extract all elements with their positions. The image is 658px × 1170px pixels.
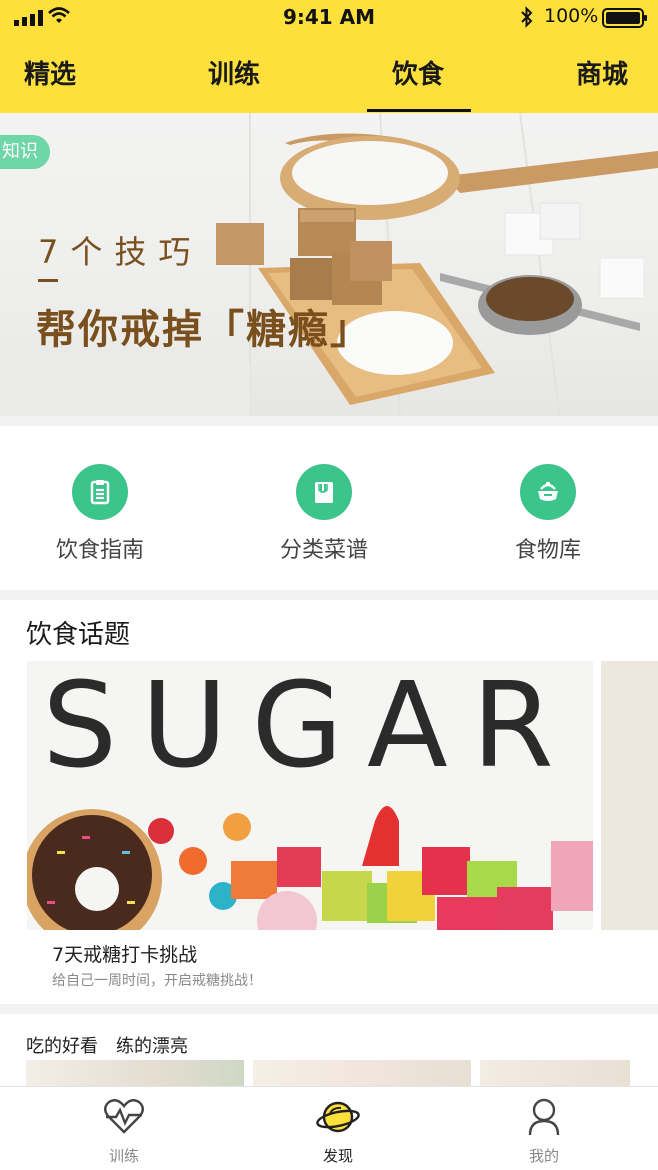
battery-percent: 100%	[544, 5, 599, 27]
topic-card-title[interactable]: 7天戒糖打卡挑战	[52, 940, 197, 967]
diet-guide-label: 饮食指南	[55, 538, 144, 563]
shortcut-food-library[interactable]: 食物库	[468, 464, 628, 564]
nav-training[interactable]: 训练	[64, 1097, 184, 1166]
food-library-button[interactable]	[520, 464, 576, 520]
banner-divider	[38, 279, 58, 282]
shortcut-diet-guide[interactable]: 饮食指南	[20, 464, 180, 564]
topic-card-subtitle: 给自己一周时间，开启戒糖挑战！	[52, 973, 262, 989]
active-tab-indicator	[367, 109, 471, 112]
nav-discover[interactable]: 发现	[278, 1097, 398, 1166]
nav-discover-label: 发现	[322, 1147, 353, 1165]
food-bowl-icon	[538, 482, 558, 501]
sugar-text: SUGAR	[42, 661, 577, 794]
heartbeat-icon	[104, 1099, 144, 1134]
sugar-sweets-illustration: SUGAR	[27, 661, 593, 930]
banner-headline-top: 7个技巧	[38, 233, 203, 271]
recipe-book-icon	[315, 482, 333, 503]
diet-topics-section: 饮食话题 SUGAR 7天戒糖打卡挑战 给自己一周时间，开启戒糖挑战！	[0, 600, 658, 1004]
hero-banner[interactable]: 知识 7个技巧 帮你戒掉「糖瘾」	[0, 113, 658, 416]
food-library-label: 食物库	[514, 538, 581, 563]
bluetooth-icon	[521, 6, 533, 28]
section-title-2: 吃的好看 练的漂亮	[26, 1036, 188, 1057]
category-recipes-button[interactable]	[296, 464, 352, 520]
diet-guide-button[interactable]	[72, 464, 128, 520]
status-bar: 9:41 AM 100%	[0, 0, 658, 34]
tab-training[interactable]: 训练	[208, 54, 260, 91]
header: 9:41 AM 100% 精选 训练 饮食 商城	[0, 0, 658, 113]
bottom-navigation: 训练 发现 我的	[0, 1086, 658, 1170]
topic-card-image[interactable]: SUGAR	[27, 661, 593, 930]
next-topic-card-peek[interactable]	[601, 661, 658, 930]
banner-headline: 帮你戒掉「糖瘾」	[36, 307, 372, 353]
tab-featured[interactable]: 精选	[24, 54, 76, 91]
top-tabs: 精选 训练 饮食 商城	[0, 48, 658, 113]
clipboard-icon	[90, 480, 110, 505]
nav-me[interactable]: 我的	[484, 1097, 604, 1166]
section-title: 饮食话题	[26, 620, 131, 650]
knowledge-tag: 知识	[0, 135, 50, 169]
eat-and-train-section: 吃的好看 练的漂亮	[0, 1014, 658, 1094]
shortcut-category-recipes[interactable]: 分类菜谱	[244, 464, 404, 564]
planet-icon	[316, 1101, 360, 1133]
tab-store[interactable]: 商城	[576, 54, 628, 91]
nav-training-label: 训练	[108, 1147, 139, 1165]
nav-me-label: 我的	[528, 1147, 559, 1165]
tab-diet[interactable]: 饮食	[392, 54, 444, 91]
battery-icon	[602, 8, 647, 28]
category-recipes-label: 分类菜谱	[279, 538, 368, 563]
diet-shortcuts: 饮食指南 分类菜谱 食物库	[0, 426, 658, 590]
user-icon	[528, 1098, 560, 1136]
